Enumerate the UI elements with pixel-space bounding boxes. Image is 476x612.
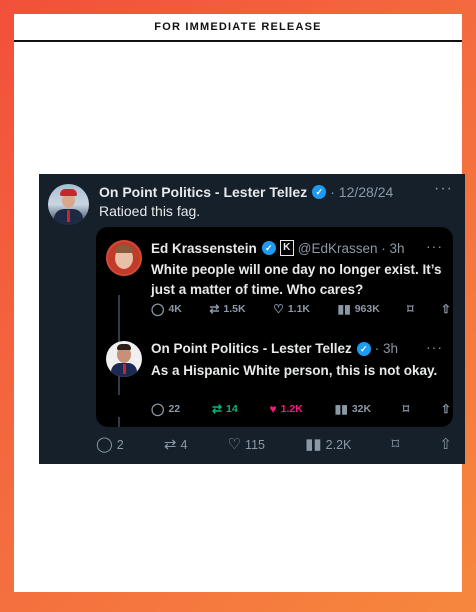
reply-time[interactable]: · 3h (375, 341, 398, 356)
quoted-author-name[interactable]: Ed Krassenstein (151, 241, 257, 256)
repost-count: 1.5K (223, 303, 246, 315)
views-button[interactable]: ▮▮ 2.2K (305, 436, 352, 453)
affiliate-badge-icon: K (279, 240, 294, 256)
reply-button[interactable]: ◯ 22 (151, 403, 180, 415)
tweet-actions: ◯ 2 ⇄ 4 ♡ 115 ▮▮ 2.2K ⌑ ⇧ (96, 436, 452, 453)
release-header: FOR IMMEDIATE RELEASE (154, 21, 322, 33)
author-avatar[interactable] (48, 184, 89, 225)
reply-count: 4K (168, 303, 182, 315)
post-date[interactable]: · 12/28/24 (330, 184, 393, 200)
quoted-actions: ◯ 4K ⇄ 1.5K ♡ 1.1K ▮▮ 963K ⌑ ⇧ (151, 303, 451, 315)
bookmark-icon: ⌑ (407, 302, 414, 316)
reply-button[interactable]: ◯ 4K (151, 303, 182, 315)
reply-count: 22 (168, 403, 181, 415)
heart-icon: ♡ (227, 436, 242, 453)
views-icon: ▮▮ (305, 436, 322, 453)
thread-connector (118, 417, 120, 427)
quoted-author-avatar[interactable] (106, 240, 142, 276)
reply-icon: ◯ (96, 436, 113, 453)
repost-icon: ⇄ (211, 402, 222, 416)
like-button[interactable]: ♥ 1.2K (270, 403, 303, 415)
like-count: 1.1K (287, 303, 311, 315)
press-release-card: FOR IMMEDIATE RELEASE On Point Politics … (14, 14, 465, 592)
repost-button[interactable]: ⇄ 1.5K (209, 303, 245, 315)
reply-icon: ◯ (151, 402, 165, 416)
author-name[interactable]: On Point Politics - Lester Tellez (99, 184, 307, 200)
heart-icon: ♡ (273, 302, 284, 316)
views-count: 963K (354, 303, 380, 315)
reply-text: As a Hispanic White person, this is not … (151, 363, 438, 378)
bookmark-button[interactable]: ⌑ (407, 303, 413, 315)
repost-icon: ⇄ (163, 436, 177, 453)
views-button[interactable]: ▮▮ 32K (335, 403, 371, 415)
bookmark-icon: ⌑ (402, 402, 410, 416)
reply-count: 2 (116, 438, 124, 452)
verified-badge-icon: ✓ (312, 185, 327, 199)
share-button[interactable]: ⇧ (441, 303, 451, 315)
tweet-card: On Point Politics - Lester Tellez ✓ · 12… (39, 174, 465, 464)
bookmark-button[interactable]: ⌑ (403, 403, 409, 415)
tweet-header: On Point Politics - Lester Tellez ✓ · 12… (99, 184, 393, 200)
bookmark-button[interactable]: ⌑ (391, 436, 400, 453)
quoted-thread[interactable]: Ed Krassenstein ✓ K @EdKrassen · 3h ··· … (96, 227, 453, 427)
like-count: 115 (245, 438, 265, 452)
reply-author-name[interactable]: On Point Politics - Lester Tellez (151, 341, 352, 356)
reply-icon: ◯ (151, 302, 165, 316)
reply-actions: ◯ 22 ⇄ 14 ♥ 1.2K ▮▮ 32K ⌑ ⇧ (151, 403, 451, 415)
quoted-header: Ed Krassenstein ✓ K @EdKrassen · 3h (151, 240, 405, 256)
views-count: 2.2K (325, 438, 352, 452)
views-icon: ▮▮ (337, 302, 351, 316)
more-options-icon[interactable]: ··· (426, 339, 443, 355)
more-options-icon[interactable]: ··· (434, 180, 453, 198)
heart-filled-icon: ♥ (269, 402, 277, 416)
verified-badge-icon: ✓ (261, 241, 276, 255)
share-icon: ⇧ (440, 402, 451, 416)
repost-icon: ⇄ (209, 302, 220, 316)
reply-header: On Point Politics - Lester Tellez ✓ · 3h (151, 341, 398, 356)
share-button[interactable]: ⇧ (441, 403, 451, 415)
more-options-icon[interactable]: ··· (426, 238, 443, 254)
like-button[interactable]: ♡ 1.1K (273, 303, 310, 315)
reply-button[interactable]: ◯ 2 (96, 436, 124, 453)
share-button[interactable]: ⇧ (439, 436, 452, 453)
tweet-text: Ratioed this fag. (99, 203, 201, 219)
repost-count: 4 (180, 438, 188, 452)
header-divider (14, 40, 462, 42)
reply-author-avatar[interactable] (106, 341, 142, 377)
views-count: 32K (351, 403, 372, 415)
repost-count: 14 (226, 403, 238, 415)
repost-button[interactable]: ⇄ 4 (163, 436, 188, 453)
share-icon: ⇧ (440, 302, 451, 316)
views-icon: ▮▮ (334, 402, 348, 416)
like-button[interactable]: ♡ 115 (227, 436, 265, 453)
quoted-text: White people will one day no longer exis… (151, 262, 442, 297)
verified-badge-icon: ✓ (356, 341, 371, 356)
views-button[interactable]: ▮▮ 963K (337, 303, 379, 315)
bookmark-icon: ⌑ (391, 436, 400, 453)
share-icon: ⇧ (439, 436, 452, 453)
like-count: 1.2K (280, 403, 303, 415)
repost-button[interactable]: ⇄ 14 (212, 403, 238, 415)
quoted-handle[interactable]: @EdKrassen · 3h (298, 241, 405, 256)
